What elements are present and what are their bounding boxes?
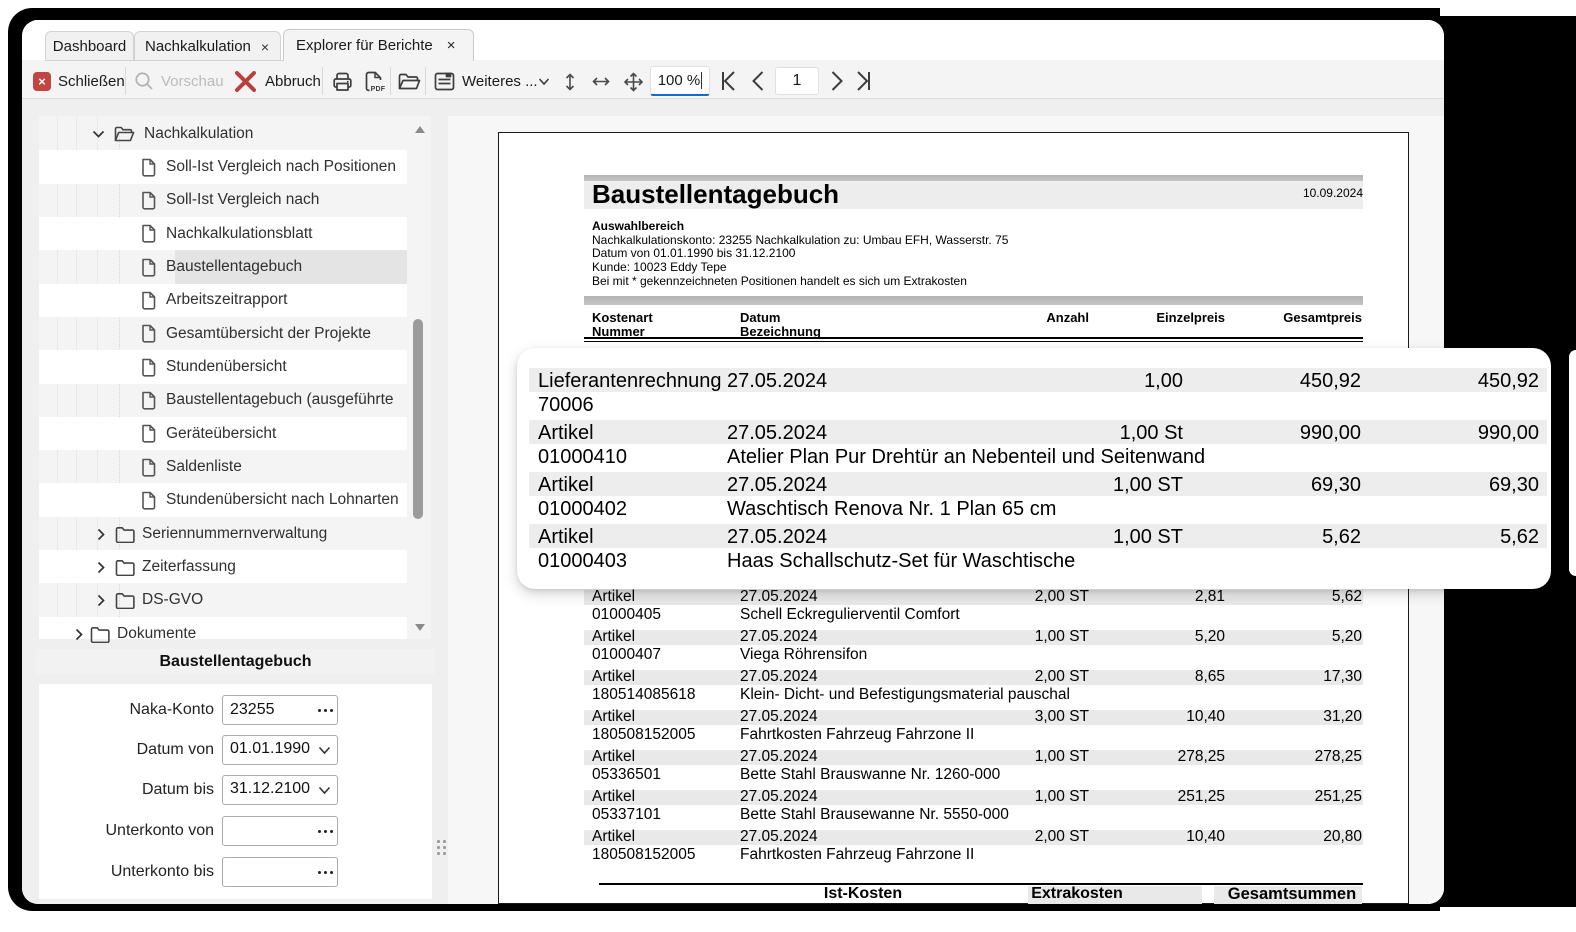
- svg-text:PDF: PDF: [371, 86, 386, 93]
